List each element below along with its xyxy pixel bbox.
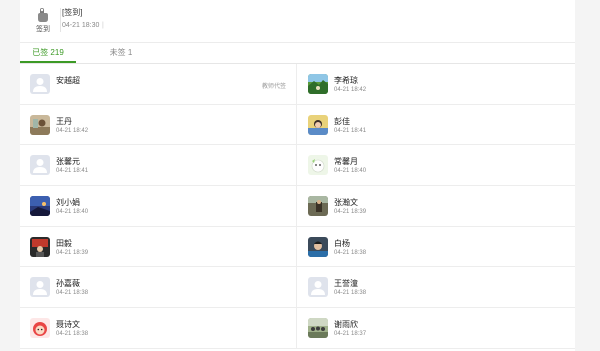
cartoon-avatar [308,155,328,176]
attendee-item[interactable]: 王誉潼 04-21 18:38 [298,267,575,307]
portrait-avatar [308,114,328,135]
attendee-item[interactable]: 安越超教师代签 [20,64,297,104]
attendee-item[interactable]: 王丹 04-21 18:42 [20,104,297,145]
attendee-row: 田毅 04-21 18:39 白杨 04-21 18:38 [20,226,575,268]
attendee-grid: 安越超 教师代签 李希琼 04-21 18:42 王丹 04-21 18:42 彭佳 04-2… [20,64,575,349]
sunset-avatar [30,196,50,217]
attendee-row: 聂诗文 04-21 18:38 谢雨欣 04-21 18:37 [20,308,575,349]
attendee-name: 李希琼 [334,76,358,85]
attendee-item[interactable]: 彭佳 04-21 18:41 [298,105,575,145]
checkin-time: 04-21 18:38 [56,331,89,338]
hand-tap-icon [38,8,48,22]
figure-avatar [30,236,50,257]
checkin-card: 签到 [签到] 04-21 18:30 | 已签 219 未签 1 安越超教师代… [20,0,575,351]
checkin-button-label: 签到 [36,26,50,33]
attendee-name: 彭佳 [334,116,350,126]
checkin-time: 04-21 18:40 [56,209,89,216]
group-photo-avatar [308,318,328,339]
proxy-checkin-label: 教师代签 [261,84,286,90]
attendee-name: 王誉潼 [334,279,358,289]
attendee-item[interactable]: 田毅 04-21 18:39 [20,226,297,267]
attendee-name: 安越超 [56,76,80,85]
attendee-row: 王丹 04-21 18:42 彭佳 04-21 18:41 [20,104,575,146]
checkin-time: 04-21 18:41 [334,127,367,134]
default-avatar [30,74,50,94]
checkin-time: 04-21 18:38 [56,290,89,297]
attendee-name: 王丹 [56,116,72,126]
attendee-name: 谢雨欣 [334,320,358,330]
checkin-time: 04-21 18:41 [56,168,89,175]
header-separator: | [102,22,104,29]
tab-bar: 已签 219 未签 1 [20,43,575,64]
attendee-item[interactable]: 李希琼 04-21 18:42 [298,64,575,104]
checkin-time: 04-21 18:40 [334,168,367,175]
header-divider [60,8,61,32]
default-avatar [308,277,328,298]
attendee-row: 孙嘉薇 04-21 18:38 王誉潼 04-21 18:38 [20,267,575,309]
attendee-name: 田毅 [56,238,72,248]
checkin-time: 04-21 18:37 [334,331,367,338]
default-avatar [30,155,50,176]
attendee-name: 白杨 [334,238,350,248]
activity-header: 签到 [签到] 04-21 18:30 | [20,0,575,43]
checkin-button[interactable]: 签到 [34,7,52,34]
person-avatar [308,236,328,257]
scene-avatar [308,196,328,217]
checkin-time: 04-21 18:38 [334,290,367,297]
attendee-name: 孙嘉薇 [56,279,80,289]
attendee-name: 常馨月 [334,157,358,167]
tab-signed[interactable]: 已签 219 [20,43,76,63]
checkin-time: 04-21 18:42 [334,87,367,93]
attendee-item[interactable]: 张馨元 04-21 18:41 [20,145,297,186]
attendee-item[interactable]: 孙嘉薇 04-21 18:38 [20,267,297,308]
tab-unsigned[interactable]: 未签 1 [106,43,136,63]
attendee-item[interactable]: 常馨月 04-21 18:40 [298,145,575,185]
attendee-row: 刘小娟 04-21 18:40 张瀚文 04-21 18:39 [20,186,575,227]
checkin-time: 04-21 18:42 [56,127,89,134]
attendee-row: 安越超教师代签 李希琼 04-21 18:42 [20,64,575,105]
attendee-name: 刘小娟 [56,198,80,208]
attendee-row: 张馨元 04-21 18:41 常馨月 04-21 18:40 [20,145,575,187]
attendee-name: 张馨元 [56,157,80,167]
attendee-item[interactable]: 张瀚文 04-21 18:39 [298,186,575,226]
attendee-name: 聂诗文 [56,320,80,330]
activity-title: [签到] [62,8,83,17]
attendee-item[interactable]: 刘小娟 04-21 18:40 [20,186,297,226]
activity-time: 04-21 18:30 [62,22,100,29]
attendee-item[interactable]: 谢雨欣 04-21 18:37 [298,308,575,348]
attendee-name: 张瀚文 [334,198,358,208]
attendee-item[interactable]: 聂诗文 04-21 18:38 [20,308,297,348]
cartoon-red-avatar [30,318,50,339]
checkin-time: 04-21 18:39 [334,209,367,216]
photo-avatar [30,114,50,135]
attendee-item[interactable]: 白杨 04-21 18:38 [298,227,575,267]
landscape-avatar [308,74,328,94]
default-avatar [30,277,50,298]
checkin-time: 04-21 18:38 [334,249,367,256]
checkin-time: 04-21 18:39 [56,249,89,256]
